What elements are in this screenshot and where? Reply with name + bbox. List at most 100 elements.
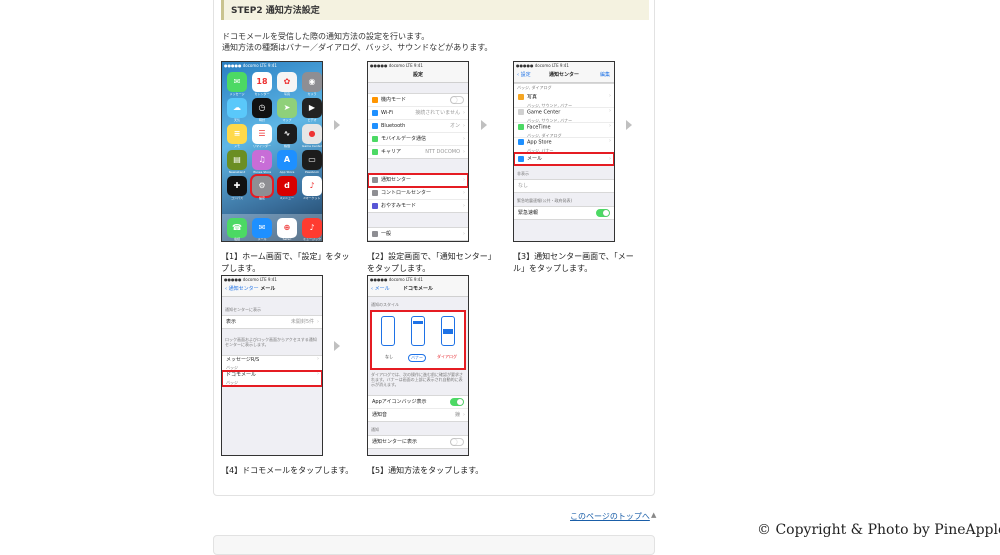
screenshot-settings: ●●●●● docomo LTE 9:41 設定 機内モード Wi-Fi 接続されて… — [367, 61, 469, 242]
emergency-row[interactable]: 緊急速報 — [514, 207, 614, 219]
itunes-icon[interactable]: ♫ iTunes Store — [252, 150, 272, 174]
control-center-icon — [372, 189, 378, 196]
row-label: キャリア — [381, 149, 402, 155]
d-menu-icon[interactable]: d dメニュー — [277, 176, 297, 200]
emergency-toggle[interactable] — [596, 209, 610, 217]
settings-group: 一般 › — [368, 227, 468, 241]
settings-row[interactable]: Game Center バッジ, サウンド, バナー › — [514, 108, 614, 123]
nav-title: メール — [260, 286, 276, 292]
sound-value: 鐘 — [454, 412, 460, 418]
chevron-right-icon: › — [463, 177, 465, 183]
app-label: iTunes Store — [252, 170, 272, 174]
chevron-right-icon: › — [317, 356, 319, 362]
app-glyph: ♪ — [309, 223, 315, 232]
notes-icon[interactable]: ≡ メモ — [227, 124, 247, 148]
show-note: ロック画面およびロック画面からアクセスする通知センターに表示します。 — [225, 337, 317, 347]
style-dialog-phone[interactable] — [441, 316, 455, 346]
app-label: コンパス — [230, 196, 243, 200]
page-top-link[interactable]: このページのトップへ — [570, 511, 650, 522]
photos-icon[interactable]: ✿ 写真 — [277, 72, 297, 96]
back-button[interactable]: ‹ メール — [371, 283, 390, 296]
message-icon[interactable]: ✉ メッセージ — [227, 72, 247, 96]
settings-icon[interactable]: ⚙ 設定 — [250, 174, 274, 200]
music-icon[interactable]: ♪ ミュージック — [302, 218, 322, 241]
edit-button[interactable]: 編集 — [600, 69, 610, 82]
app-label: 天気 — [233, 118, 240, 122]
style-note: ダイアログでは、次の操作に進む前に確認が要求されます。バナーは画面の上部に表示さ… — [371, 372, 463, 387]
camera-icon[interactable]: ◉ カメラ — [302, 72, 322, 96]
app-label: Safari — [282, 237, 292, 241]
maps-icon[interactable]: ➤ マップ — [277, 98, 297, 122]
facetime-icon — [518, 124, 524, 130]
caption-line: 【5】通知方法をタップします。 — [367, 466, 484, 475]
phone-icon[interactable]: ☎ 電話 — [227, 218, 247, 241]
app-glyph: d — [284, 181, 290, 190]
passbook-icon[interactable]: ▭ Passbook — [302, 150, 322, 174]
app-label: メモ — [233, 144, 240, 148]
nav-bar: ‹ 通知センター メール — [222, 283, 322, 297]
screenshot-home-screen: ●●●●● docomo LTE 9:41 ✉ メッセージ 18 カレンダー ✿ 写真 ◉ カ… — [221, 61, 323, 242]
settings-row[interactable]: コントロールセンター › — [368, 187, 468, 200]
settings-row[interactable]: 写真 バッジ, サウンド, バナー › — [514, 93, 614, 108]
notif-group: 通知センターに表示 — [368, 435, 468, 449]
row-subtitle: バッジ — [226, 365, 238, 370]
back-button[interactable]: ‹ 設定 — [517, 69, 531, 82]
status-bar: ●●●●● docomo LTE 9:41 — [514, 62, 614, 69]
next-arrow-icon — [626, 120, 632, 130]
settings-row[interactable]: メール › — [514, 152, 614, 166]
home-app-grid: ✉ メッセージ 18 カレンダー ✿ 写真 ◉ カメラ ☁ 天気 ◷ 時計 ➤ マップ ▶ ビデオ ≡ メモ ☰ リマ… — [227, 72, 322, 200]
mail-icon[interactable]: ✉ メール — [252, 218, 272, 241]
style-none-phone[interactable] — [381, 316, 395, 346]
newsstand-icon[interactable]: ▤ Newsstand — [227, 150, 247, 174]
status-bar: ●●●●● docomo LTE 9:41 — [368, 276, 468, 283]
settings-row[interactable]: 機内モード — [368, 94, 468, 107]
settings-row[interactable]: メッセージR/S バッジ › — [222, 356, 322, 371]
back-button[interactable]: ‹ 通知センター — [225, 286, 259, 292]
caption-step5: 【5】通知方法をタップします。 — [367, 465, 483, 477]
videos-icon[interactable]: ▶ ビデオ — [302, 98, 322, 122]
settings-row[interactable]: 一般 › — [368, 228, 468, 240]
compass-icon[interactable]: ✚ コンパス — [227, 176, 247, 200]
row-label: 一般 — [381, 231, 392, 237]
notif-show-toggle[interactable] — [450, 438, 464, 446]
app-store-icon[interactable]: A App Store — [277, 150, 297, 174]
style-banner-phone[interactable] — [411, 316, 425, 346]
settings-row[interactable]: モバイルデータ通信 › — [368, 133, 468, 146]
badge-toggle[interactable] — [450, 398, 464, 406]
settings-row[interactable]: Bluetooth オン › — [368, 120, 468, 133]
app-glyph: ◉ — [308, 77, 316, 86]
next-panel — [213, 535, 655, 555]
style-banner-label: バナー — [408, 354, 426, 362]
d-market-icon[interactable]: ♪ dマーケット — [302, 176, 322, 200]
caption-line: 【3】通知センター画面で、「メー — [513, 252, 634, 261]
game-center-icon[interactable]: ● Game Center — [302, 124, 322, 148]
sound-row[interactable]: 通知音 鐘 › — [368, 409, 468, 421]
settings-row[interactable]: App Store バッジ, バナー › — [514, 138, 614, 153]
alert-style-picker[interactable]: なし バナー ダイアログ — [370, 310, 466, 370]
show-row[interactable]: 表示 未開封5件 › — [222, 316, 322, 328]
mail-icon — [518, 155, 524, 162]
settings-row[interactable]: 通知センター › — [368, 173, 468, 188]
row-toggle[interactable] — [450, 96, 464, 104]
notif-show-row[interactable]: 通知センターに表示 — [368, 436, 468, 448]
row-label: おやすみモード — [381, 203, 417, 209]
settings-row[interactable]: FaceTime バッジ, ダイアログ › — [514, 123, 614, 138]
clock-icon[interactable]: ◷ 時計 — [252, 98, 272, 122]
row-label: App Store — [527, 139, 552, 146]
row-label: メッセージR/S — [226, 357, 260, 363]
settings-row[interactable]: Wi-Fi 接続されていません › — [368, 107, 468, 120]
settings-row[interactable]: おやすみモード › — [368, 200, 468, 212]
stocks-icon[interactable]: ∿ 株価 — [277, 124, 297, 148]
app-label: 設定 — [258, 196, 265, 200]
app-glyph: ☁ — [233, 103, 241, 112]
calendar-icon[interactable]: 18 カレンダー — [252, 72, 272, 96]
reminders-icon[interactable]: ☰ リマインダー — [252, 124, 272, 148]
row-label: Bluetooth — [381, 123, 406, 129]
chevron-right-icon: › — [463, 412, 465, 418]
badge-row[interactable]: Appアイコンバッジ表示 — [368, 396, 468, 409]
settings-row[interactable]: キャリア NTT DOCOMO › — [368, 146, 468, 158]
weather-icon[interactable]: ☁ 天気 — [227, 98, 247, 122]
safari-icon[interactable]: ⊕ Safari — [277, 218, 297, 241]
show-group: 表示 未開封5件 › — [222, 315, 322, 329]
settings-row[interactable]: ドコモメール バッジ › — [222, 370, 322, 387]
